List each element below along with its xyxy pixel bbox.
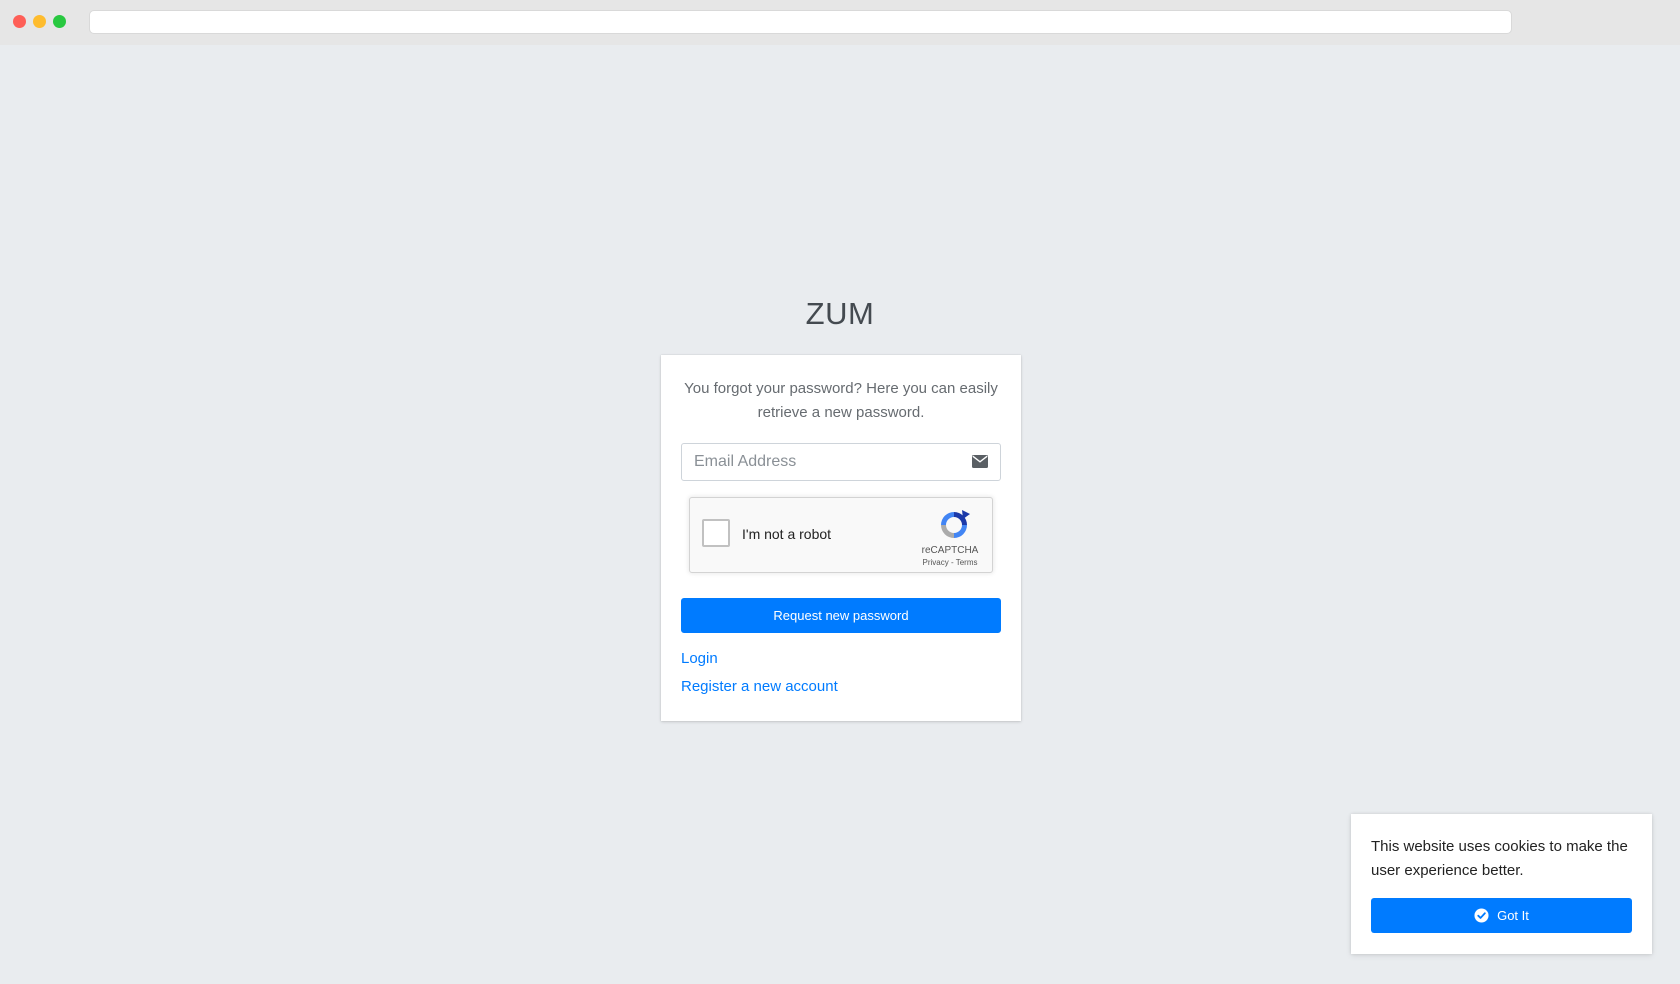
- cookie-accept-label: Got It: [1497, 908, 1529, 923]
- recaptcha-brand: reCAPTCHA: [921, 545, 979, 556]
- cookie-text: This website uses cookies to make the us…: [1371, 838, 1628, 879]
- login-link[interactable]: Login: [681, 650, 718, 667]
- window-maximize-dot[interactable]: [53, 15, 66, 28]
- register-link[interactable]: Register a new account: [681, 678, 838, 695]
- app-logo: ZUM: [805, 296, 875, 331]
- envelope-icon: [972, 455, 988, 468]
- window-minimize-dot[interactable]: [33, 15, 46, 28]
- cookie-banner: This website uses cookies to make the us…: [1351, 814, 1652, 954]
- intro-text: You forgot your password? Here you can e…: [684, 380, 998, 421]
- email-input[interactable]: [682, 444, 962, 480]
- address-bar[interactable]: [89, 10, 1512, 34]
- browser-chrome: [0, 0, 1680, 45]
- recaptcha-logo-icon: [941, 510, 970, 538]
- recaptcha-checkbox[interactable]: [702, 519, 730, 547]
- forgot-password-card: You forgot your password? Here you can e…: [661, 355, 1021, 721]
- cookie-accept-button[interactable]: Got It: [1371, 898, 1632, 933]
- recaptcha-widget: I'm not a robot reCAPTCHA Privacy - Term…: [689, 497, 993, 573]
- recaptcha-privacy-link[interactable]: Privacy: [923, 558, 949, 567]
- request-password-button[interactable]: Request new password: [681, 598, 1001, 633]
- recaptcha-terms-link[interactable]: Terms: [956, 558, 978, 567]
- email-field-group: [681, 443, 1001, 481]
- check-circle-icon: [1474, 908, 1489, 923]
- recaptcha-links: Privacy - Terms: [908, 558, 992, 567]
- recaptcha-link-separator: -: [948, 558, 956, 567]
- window-close-dot[interactable]: [13, 15, 26, 28]
- recaptcha-label: I'm not a robot: [742, 526, 832, 542]
